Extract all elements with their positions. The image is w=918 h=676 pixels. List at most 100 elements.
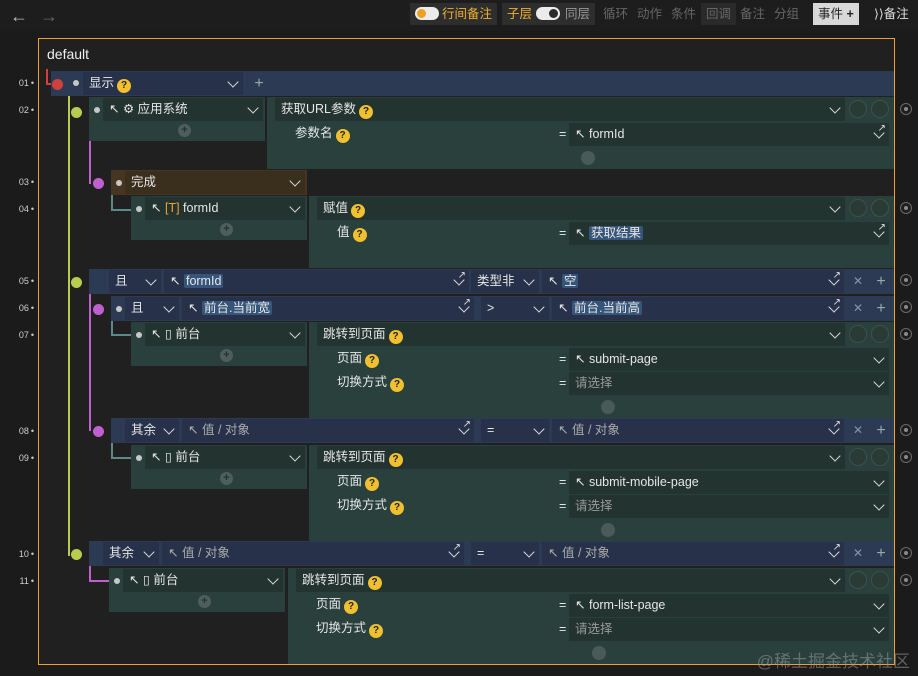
refresh-icon[interactable] [849, 100, 867, 118]
logic-dropdown[interactable]: 且 [109, 270, 161, 293]
page-value-dropdown[interactable]: ↖ form-list-page [569, 594, 889, 617]
help-icon[interactable]: ? [117, 79, 132, 93]
row-radio[interactable] [900, 202, 912, 214]
add-circle-icon[interactable]: + [198, 595, 211, 608]
operator-dropdown[interactable]: = [471, 542, 539, 565]
help-icon[interactable]: ? [351, 204, 366, 218]
refresh-icon[interactable] [849, 199, 867, 217]
row-radio[interactable] [900, 301, 912, 313]
add-button[interactable]: + [871, 542, 891, 565]
expand-icon[interactable]: ↗ [463, 419, 471, 431]
event-dropdown[interactable]: 完成 [125, 171, 305, 194]
help-icon[interactable]: ? [344, 600, 359, 614]
remove-icon[interactable]: ✕ [849, 419, 867, 442]
child-layer-toggle[interactable]: 子层 [502, 3, 568, 25]
add-button[interactable]: + [871, 419, 891, 442]
mode-select[interactable]: 请选择 [569, 372, 889, 395]
expand-icon[interactable]: ↗ [833, 419, 841, 431]
settings-circle-icon[interactable] [871, 100, 889, 118]
remove-icon[interactable]: ✕ [849, 297, 867, 320]
remove-icon[interactable]: ✕ [849, 270, 867, 293]
callback-button[interactable]: 回调 [701, 3, 737, 25]
left-operand-dropdown[interactable]: ↖ 值 / 对象 ↗ [162, 542, 464, 565]
inline-comment-toggle[interactable]: 行间备注 [410, 3, 498, 25]
right-operand-dropdown[interactable]: ↖ 值 / 对象 ↗ [552, 419, 844, 442]
back-arrow-icon[interactable]: ← [10, 6, 28, 27]
remove-icon[interactable]: ✕ [849, 542, 867, 565]
group-button[interactable]: 分组 [769, 3, 804, 25]
collapse-icon[interactable] [592, 646, 606, 660]
action-button[interactable]: 动作 [632, 3, 667, 25]
help-icon[interactable]: ? [352, 228, 367, 242]
add-circle-icon[interactable]: + [220, 472, 233, 485]
operator-dropdown[interactable]: 类型非 [471, 270, 539, 293]
method-dropdown[interactable]: 跳转到页面? [296, 569, 845, 592]
refresh-icon[interactable] [849, 325, 867, 343]
help-icon[interactable]: ? [335, 129, 350, 143]
help-icon[interactable]: ? [390, 501, 405, 515]
flow-node[interactable] [71, 107, 82, 118]
right-operand-dropdown[interactable]: ↖ 空 ↗ [542, 270, 844, 293]
add-circle-icon[interactable]: + [220, 349, 233, 362]
show-dropdown[interactable]: 显示? [83, 72, 243, 95]
expand-icon[interactable]: ↗ [833, 297, 841, 309]
help-icon[interactable]: ? [388, 453, 403, 467]
expand-icon[interactable]: ↗ [878, 123, 886, 135]
row-radio[interactable] [900, 547, 912, 559]
left-operand-dropdown[interactable]: ↖ formId ↗ [164, 270, 469, 293]
settings-circle-icon[interactable] [871, 448, 889, 466]
expand-icon[interactable]: ↗ [878, 222, 886, 234]
loop-button[interactable]: 循环 [598, 3, 633, 25]
right-operand-dropdown[interactable]: ↖ 前台.当前高 ↗ [552, 297, 844, 320]
method-dropdown[interactable]: 赋值? [317, 197, 845, 220]
comment-button[interactable]: ⟩⟩备注 [869, 3, 914, 25]
refresh-icon[interactable] [849, 448, 867, 466]
expand-icon[interactable]: ↗ [458, 270, 466, 282]
settings-circle-icon[interactable] [871, 325, 889, 343]
page-value-dropdown[interactable]: ↖ submit-page [569, 348, 889, 371]
method-dropdown[interactable]: 跳转到页面? [317, 323, 845, 346]
row-radio[interactable] [900, 328, 912, 340]
forward-arrow-icon[interactable]: → [40, 6, 58, 27]
expand-icon[interactable]: ↗ [463, 297, 471, 309]
condition-button[interactable]: 条件 [666, 3, 701, 25]
refresh-icon[interactable] [849, 571, 867, 589]
target-dropdown[interactable]: ↖ ⚙ 应用系统 [103, 98, 263, 121]
target-dropdown[interactable]: ↖ [T] formId [145, 197, 305, 220]
operator-dropdown[interactable]: > [481, 297, 549, 320]
help-icon[interactable]: ? [365, 477, 380, 491]
settings-circle-icon[interactable] [871, 199, 889, 217]
flow-node[interactable] [93, 426, 104, 437]
row-radio[interactable] [900, 451, 912, 463]
method-dropdown[interactable]: 跳转到页面? [317, 446, 845, 469]
flow-node[interactable] [93, 178, 104, 189]
settings-circle-icon[interactable] [871, 571, 889, 589]
collapse-icon[interactable] [581, 151, 595, 165]
param-value-dropdown[interactable]: ↖ 获取结果 ↗ [569, 222, 889, 245]
expand-icon[interactable]: ↗ [833, 270, 841, 282]
help-icon[interactable]: ? [359, 105, 374, 119]
logic-dropdown[interactable]: 其余 [103, 542, 159, 565]
logic-dropdown[interactable]: 且 [125, 297, 179, 320]
add-circle-icon[interactable]: + [178, 124, 191, 137]
target-dropdown[interactable]: ↖ ▯ 前台 [123, 569, 283, 592]
help-icon[interactable]: ? [388, 330, 403, 344]
left-operand-dropdown[interactable]: ↖ 值 / 对象 ↗ [182, 419, 474, 442]
logic-dropdown[interactable]: 其余 [125, 419, 179, 442]
row-radio[interactable] [900, 424, 912, 436]
add-button[interactable]: + [871, 270, 891, 293]
add-button[interactable]: + [871, 297, 891, 320]
help-icon[interactable]: ? [390, 378, 405, 392]
flow-node[interactable] [71, 277, 82, 288]
operator-dropdown[interactable]: = [481, 419, 549, 442]
right-operand-dropdown[interactable]: ↖ 值 / 对象 ↗ [542, 542, 844, 565]
add-circle-icon[interactable]: + [220, 223, 233, 236]
row-radio[interactable] [900, 103, 912, 115]
same-layer-button[interactable]: 同层 [560, 3, 596, 25]
page-value-dropdown[interactable]: ↖ submit-mobile-page [569, 471, 889, 494]
mode-select[interactable]: 请选择 [569, 495, 889, 518]
flow-node[interactable] [71, 549, 82, 560]
note-button[interactable]: 备注 [735, 3, 770, 25]
param-value-dropdown[interactable]: ↖ formId ↗ [569, 123, 889, 146]
expand-icon[interactable]: ↗ [833, 542, 841, 554]
